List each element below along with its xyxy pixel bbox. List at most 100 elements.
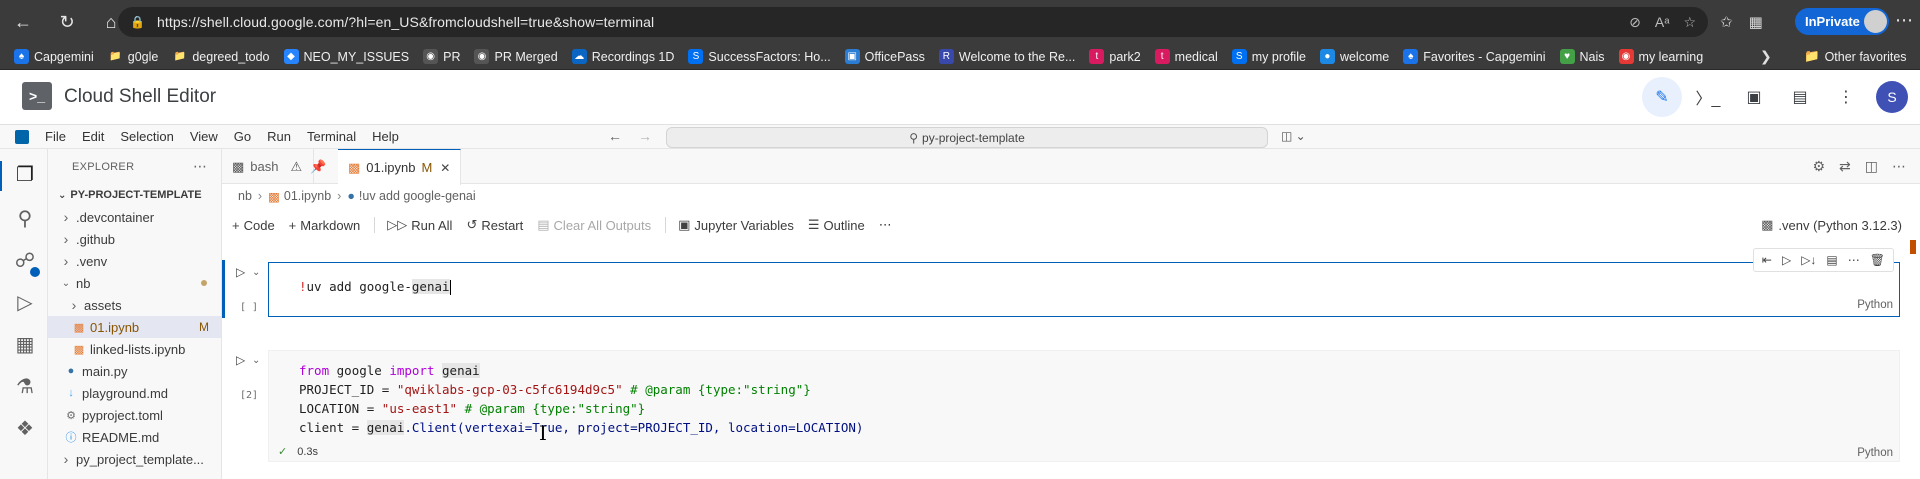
restart-button[interactable]: ↺ Restart: [466, 217, 523, 233]
run-cell-icon[interactable]: ▷: [236, 353, 245, 367]
cell-code[interactable]: !uv add google-genai: [299, 277, 451, 296]
more-actions-icon[interactable]: ⋯: [1892, 158, 1906, 175]
cell-language[interactable]: Python: [1857, 299, 1893, 311]
bookmark-item[interactable]: t medical: [1154, 49, 1218, 64]
kernel-picker[interactable]: ▩ .venv (Python 3.12.3): [1761, 217, 1902, 233]
nav-back-icon[interactable]: ←: [608, 128, 622, 144]
layout-button[interactable]: ▤: [1780, 77, 1820, 117]
open-editor-button[interactable]: ✎: [1642, 77, 1682, 117]
tree-file[interactable]: ▩ 01.ipynb M: [48, 316, 221, 338]
add-code-button[interactable]: + Code: [232, 218, 275, 233]
breadcrumb-folder[interactable]: nb: [238, 189, 252, 203]
bookmark-item[interactable]: ♠ Favorites - Capgemini: [1403, 49, 1546, 64]
tree-folder[interactable]: › .venv: [48, 250, 221, 272]
tracking-icon[interactable]: ⊘: [1629, 14, 1641, 31]
address-url[interactable]: https://shell.cloud.google.com/?hl=en_US…: [157, 14, 654, 30]
tab-bash[interactable]: ▩ bash ⚠ 📌: [222, 149, 326, 184]
split-cell-icon[interactable]: ▤: [1826, 253, 1837, 267]
execute-above-icon[interactable]: ⇤: [1762, 253, 1772, 267]
run-debug-icon[interactable]: ▷: [14, 291, 36, 314]
tree-folder[interactable]: › .github: [48, 228, 221, 250]
bookmark-item[interactable]: ● welcome: [1319, 49, 1389, 64]
extensions-icon[interactable]: ▦: [1749, 13, 1763, 31]
bookmark-item[interactable]: R Welcome to the Re...: [938, 49, 1075, 64]
menu-terminal[interactable]: Terminal: [307, 129, 356, 144]
bookmarks-overflow-icon[interactable]: ❯: [1760, 48, 1772, 65]
favorites-icon[interactable]: ✩: [1720, 13, 1733, 31]
other-favorites[interactable]: 📁 Other favorites: [1804, 49, 1907, 64]
jupyter-variables-button[interactable]: ▣ Jupyter Variables: [678, 217, 794, 233]
open-terminal-button[interactable]: 〉_: [1688, 77, 1728, 117]
run-all-button[interactable]: ▷▷ Run All: [387, 217, 452, 233]
copilot-icon[interactable]: ◫ ⌄: [1281, 129, 1306, 143]
back-icon[interactable]: ←: [8, 7, 38, 37]
bookmark-item[interactable]: t park2: [1089, 49, 1141, 64]
favorite-star-icon[interactable]: ☆: [1683, 14, 1696, 31]
delete-cell-icon[interactable]: 🗑: [1870, 253, 1885, 267]
tree-file[interactable]: ⚙ pyproject.toml: [48, 404, 221, 426]
browser-menu-icon[interactable]: ⋯: [1895, 10, 1913, 31]
inprivate-badge[interactable]: InPrivate: [1795, 8, 1889, 35]
search-icon[interactable]: ⚲: [14, 207, 36, 230]
tree-folder[interactable]: › py_project_template...: [48, 448, 221, 470]
tab-notebook[interactable]: ▩ 01.ipynb M ✕: [338, 149, 462, 185]
tree-folder[interactable]: › assets: [48, 294, 221, 316]
cell-code[interactable]: from google import genai PROJECT_ID = "q…: [299, 361, 863, 437]
menu-go[interactable]: Go: [234, 129, 251, 144]
tree-file[interactable]: ▩ linked-lists.ipynb: [48, 338, 221, 360]
execute-below-icon[interactable]: ▷↓: [1801, 253, 1816, 267]
settings-gear-icon[interactable]: ⚙: [1812, 158, 1825, 175]
bookmark-item[interactable]: ☁ Recordings 1D: [571, 49, 674, 64]
execute-cell-icon[interactable]: ▷: [1782, 253, 1791, 267]
cell-editor[interactable]: !uv add google-genai Python: [268, 262, 1900, 317]
add-markdown-button[interactable]: + Markdown: [289, 218, 361, 233]
breadcrumb-cell[interactable]: !uv add google-genai: [359, 189, 476, 203]
bookmark-item[interactable]: ▣ OfficePass: [844, 49, 925, 64]
explorer-root[interactable]: ⌄ PY-PROJECT-TEMPLATE: [48, 184, 221, 206]
tree-folder[interactable]: ⌄ nb: [48, 272, 221, 294]
menu-selection[interactable]: Selection: [120, 129, 173, 144]
address-bar[interactable]: 🔒 https://shell.cloud.google.com/?hl=en_…: [118, 7, 1708, 37]
chevron-down-icon[interactable]: ⌄: [252, 355, 260, 366]
chevron-down-icon[interactable]: ⌄: [252, 267, 260, 278]
bookmark-item[interactable]: ◆ NEO_MY_ISSUES: [283, 49, 409, 64]
compare-icon[interactable]: ⇄: [1839, 158, 1851, 175]
code-cell-2[interactable]: ▷ ⌄ [2] from google import genai PROJECT…: [222, 348, 1920, 479]
refresh-icon[interactable]: ↻: [52, 7, 82, 37]
bookmark-item[interactable]: ◉ PR Merged: [474, 49, 558, 64]
bookmark-item[interactable]: ♠ Capgemini: [14, 49, 94, 64]
bookmark-item[interactable]: ◉ my learning: [1618, 49, 1703, 64]
more-options-button[interactable]: ⋮: [1826, 77, 1866, 117]
outline-button[interactable]: ☰ Outline: [808, 217, 865, 233]
menu-view[interactable]: View: [190, 129, 218, 144]
extensions-icon[interactable]: ▦: [14, 333, 36, 356]
breadcrumb-file[interactable]: 01.ipynb: [284, 189, 331, 203]
tree-folder[interactable]: › .devcontainer: [48, 206, 221, 228]
explorer-more-icon[interactable]: ⋯: [193, 158, 207, 175]
pin-icon[interactable]: 📌: [310, 159, 326, 175]
tree-file[interactable]: ⓘ README.md: [48, 426, 221, 448]
bookmark-item[interactable]: ◉ PR: [423, 49, 460, 64]
menu-edit[interactable]: Edit: [82, 129, 104, 144]
web-preview-button[interactable]: ▣: [1734, 77, 1774, 117]
clear-outputs-button[interactable]: ▤ Clear All Outputs: [537, 217, 651, 233]
menu-run[interactable]: Run: [267, 129, 291, 144]
nav-forward-icon[interactable]: →: [638, 128, 652, 144]
scrollbar-marker[interactable]: [1910, 240, 1916, 254]
bookmark-item[interactable]: Smy profile: [1231, 49, 1306, 64]
menu-help[interactable]: Help: [372, 129, 399, 144]
code-cell-1[interactable]: ▷ ⌄ [ ] !uv add google-genai Python ⇤ ▷ …: [222, 248, 1920, 320]
bookmark-item[interactable]: 📁 degreed_todo: [172, 49, 270, 64]
remote-icon[interactable]: ❖: [14, 417, 36, 440]
read-aloud-icon[interactable]: Aᵃ: [1655, 14, 1670, 30]
cell-language[interactable]: Python: [1857, 447, 1893, 459]
bookmark-item[interactable]: 📁 g0gle: [108, 49, 158, 64]
bookmark-item[interactable]: ♥ Nais: [1559, 49, 1605, 64]
tree-file[interactable]: ● main.py: [48, 360, 221, 382]
cell-more-icon[interactable]: ⋯: [1848, 253, 1860, 267]
tree-file[interactable]: ↓ playground.md: [48, 382, 221, 404]
toolbar-more-icon[interactable]: ⋯: [879, 217, 892, 233]
run-cell-icon[interactable]: ▷: [236, 265, 245, 279]
testing-icon[interactable]: ⚗: [14, 375, 36, 398]
menu-file[interactable]: File: [45, 129, 66, 144]
